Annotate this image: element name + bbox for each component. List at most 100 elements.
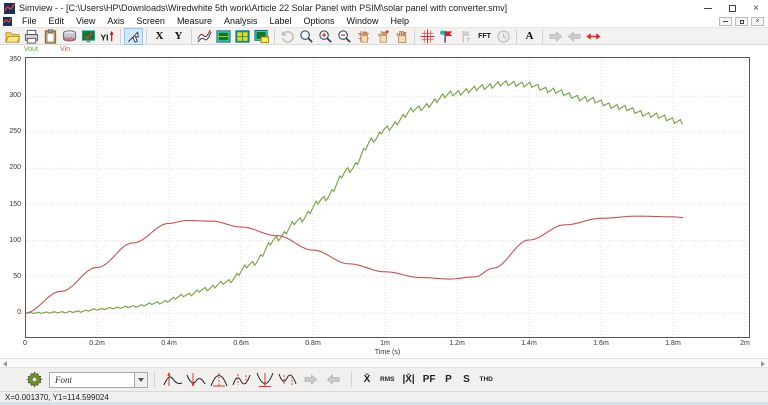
abs-average-button[interactable]: |X̄| [398,370,418,390]
thd-button[interactable]: THD [476,370,497,390]
plot-area[interactable] [25,57,750,338]
mdi-minimize-button[interactable] [719,17,732,26]
open-button[interactable] [3,28,22,45]
magnifier-minus-icon [338,29,351,43]
scroll-right-icon[interactable] [761,361,765,367]
prev-page-button[interactable] [565,28,584,45]
measure-button[interactable] [418,28,437,45]
print-button[interactable] [22,28,41,45]
title-bar: Simview - - [C:\Users\HP\Downloads\Wired… [0,0,768,16]
menu-edit[interactable]: Edit [43,16,71,27]
y-tick-label: 0 [17,309,21,316]
zoom-in-button[interactable] [316,28,335,45]
menu-help[interactable]: Help [385,16,416,27]
x-axis-button[interactable]: X [150,28,169,45]
pan-in-button[interactable] [373,28,392,45]
curve-vin [25,215,684,314]
x-tick-label: 1.6m [593,340,609,347]
open-folder-icon [5,31,20,42]
measure-next-button[interactable] [299,370,322,390]
legend-label-vout[interactable]: Vout [24,46,38,53]
hand-icon [396,30,407,43]
horizontal-scrollbar[interactable] [0,358,768,368]
scroll-left-icon[interactable] [3,361,7,367]
copy-to-clipboard-button[interactable] [41,28,60,45]
real-power-button[interactable]: P [440,370,458,390]
save-data-button[interactable]: DATA [60,28,79,45]
x-tick-label: 0.8m [305,340,321,347]
gear-icon[interactable] [26,371,43,388]
x-tick-label: 1.8m [665,340,681,347]
waveform-icon [197,29,212,42]
edit-curves-button[interactable] [195,28,214,45]
add-curve-yi-icon: YI [100,30,114,42]
y-tick-label: 150 [9,200,21,208]
next-rising-slope-button[interactable] [161,370,184,390]
toolbar-separator [191,28,192,44]
rms-button[interactable]: RMS [376,370,398,390]
move-curve-button[interactable] [252,28,271,45]
x-tick-label: 0.2m [89,340,105,347]
y-axis-icon: Y [174,30,183,42]
font-select[interactable]: Font [49,371,135,388]
menu-window[interactable]: Window [341,16,385,27]
add-screen-button[interactable] [79,28,98,45]
menu-measure[interactable]: Measure [171,16,218,27]
global-min-button[interactable] [253,370,276,390]
close-button[interactable]: × [744,0,768,16]
global-min-icon [256,372,273,387]
y-axis-button[interactable]: Y [169,28,188,45]
menu-analysis[interactable]: Analysis [218,16,264,27]
move-curve-screen-icon [254,29,269,43]
global-max-icon [210,373,227,387]
legend-label-vin[interactable]: Vin [60,46,70,53]
clock-disabled-icon [497,29,510,43]
mdi-minimize-icon [723,21,728,22]
pan-grid-button[interactable] [354,28,373,45]
mdi-restore-button[interactable] [735,17,748,26]
x-tick-label: 2m [740,340,750,347]
next-falling-slope-button[interactable] [184,370,207,390]
fft-button[interactable]: FFT [475,28,494,45]
undo-button[interactable] [278,28,297,45]
menu-label[interactable]: Label [263,16,297,27]
select-tool-button[interactable] [124,27,143,45]
apparent-power-button[interactable]: S [458,370,476,390]
single-screen-button[interactable] [214,28,233,45]
plot-window: Vout Vin 0 50 100 150 200 250 300 350 0 0.2m 0.4m 0… [0,45,768,358]
average-button[interactable]: X̄ [358,370,376,390]
zoom-button[interactable] [297,28,316,45]
magnifier-plus-icon [319,29,332,43]
window-title: Simview - - [C:\Users\HP\Downloads\Wired… [19,3,508,13]
undo-icon [281,30,294,43]
mdi-close-button[interactable]: × [751,17,764,26]
rescale-x-button[interactable] [584,28,603,45]
power-factor-button[interactable]: PF [419,370,440,390]
next-local-min-button[interactable] [276,370,299,390]
menu-screen[interactable]: Screen [130,16,171,27]
menu-options[interactable]: Options [298,16,341,27]
restore-button[interactable] [720,0,744,16]
x-tick-label: 1.2m [449,340,465,347]
minimize-button[interactable] [696,0,720,16]
next-page-button[interactable] [546,28,565,45]
next-local-max-button[interactable] [230,370,253,390]
menu-file[interactable]: File [16,16,43,27]
marker-button[interactable] [437,28,456,45]
menu-view[interactable]: View [70,16,101,27]
y-tick-label: 100 [9,236,21,244]
toolbar-separator [516,28,517,44]
add-curve-button[interactable]: YI [98,28,117,45]
tile-screens-button[interactable] [233,28,252,45]
global-max-button[interactable] [207,370,230,390]
measure-prev-button[interactable] [322,370,345,390]
font-select-dropdown-button[interactable] [135,371,148,388]
arrow-right-disabled-icon [304,374,318,385]
text-label-button[interactable]: A [520,28,539,45]
pan-button[interactable] [392,28,411,45]
menu-axis[interactable]: Axis [101,16,130,27]
hand-grid-icon [357,30,370,42]
zoom-out-button[interactable] [335,28,354,45]
marker-2-button[interactable] [456,28,475,45]
time-domain-button[interactable] [494,28,513,45]
